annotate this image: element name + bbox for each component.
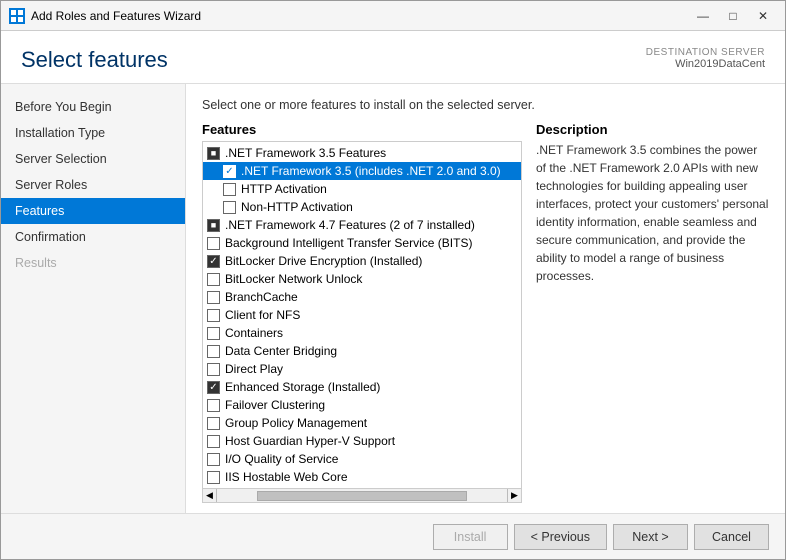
feature-name: IIS Hostable Web Core (225, 470, 348, 484)
destination-label: DESTINATION SERVER (646, 47, 765, 58)
feature-name: HTTP Activation (241, 182, 327, 196)
checkbox-data-center[interactable] (207, 345, 220, 358)
feature-name: Direct Play (225, 362, 283, 376)
horizontal-scrollbar[interactable]: ◀ ▶ (203, 488, 521, 502)
title-bar: Add Roles and Features Wizard ― □ ✕ (1, 1, 785, 31)
sidebar-item-features[interactable]: Features (1, 198, 185, 224)
checkbox-bitlocker-drive[interactable]: ✓ (207, 255, 220, 268)
feature-name: Containers (225, 326, 283, 340)
list-item[interactable]: BitLocker Network Unlock (203, 270, 521, 288)
feature-name: .NET Framework 3.5 Features (225, 146, 386, 160)
list-item[interactable]: Failover Clustering (203, 396, 521, 414)
destination-server-name: Win2019DataCent (646, 58, 765, 70)
scroll-thumb[interactable] (257, 491, 467, 501)
page-title: Select features (21, 47, 168, 73)
checkbox-branchcache[interactable] (207, 291, 220, 304)
feature-name: Client for NFS (225, 308, 300, 322)
previous-button[interactable]: < Previous (514, 524, 607, 550)
feature-name: Data Center Bridging (225, 344, 337, 358)
next-button[interactable]: Next > (613, 524, 688, 550)
list-item[interactable]: Group Policy Management (203, 414, 521, 432)
app-icon (9, 8, 25, 24)
features-scroll[interactable]: ■ .NET Framework 3.5 Features ✓ .NET Fra… (203, 142, 521, 488)
feature-name: Group Policy Management (225, 416, 367, 430)
list-item[interactable]: ■ .NET Framework 4.7 Features (2 of 7 in… (203, 216, 521, 234)
list-item[interactable]: Containers (203, 324, 521, 342)
checkbox-client-nfs[interactable] (207, 309, 220, 322)
features-column: Features ■ .NET Framework 3.5 Features ✓ (202, 122, 522, 503)
checkbox-net35[interactable]: ✓ (223, 165, 236, 178)
list-item[interactable]: ✓ Enhanced Storage (Installed) (203, 378, 521, 396)
sidebar-item-before-you-begin[interactable]: Before You Begin (1, 94, 185, 120)
window: Add Roles and Features Wizard ― □ ✕ Sele… (0, 0, 786, 560)
feature-name: BitLocker Drive Encryption (Installed) (225, 254, 422, 268)
list-item[interactable]: ■ .NET Framework 3.5 Features (203, 144, 521, 162)
header: Select features DESTINATION SERVER Win20… (1, 31, 785, 84)
list-item[interactable]: Client for NFS (203, 306, 521, 324)
footer: Install < Previous Next > Cancel (1, 513, 785, 559)
checkbox-bits[interactable] (207, 237, 220, 250)
window-title: Add Roles and Features Wizard (31, 9, 689, 23)
checkbox-direct-play[interactable] (207, 363, 220, 376)
list-item[interactable]: IIS Hostable Web Core (203, 468, 521, 486)
feature-name: Non-HTTP Activation (241, 200, 353, 214)
feature-name: .NET Framework 3.5 (includes .NET 2.0 an… (241, 164, 501, 178)
features-label: Features (202, 122, 522, 137)
list-item[interactable]: I/O Quality of Service (203, 450, 521, 468)
sidebar-item-installation-type[interactable]: Installation Type (1, 120, 185, 146)
window-controls: ― □ ✕ (689, 6, 777, 26)
feature-name: .NET Framework 4.7 Features (2 of 7 inst… (225, 218, 475, 232)
sidebar-item-server-selection[interactable]: Server Selection (1, 146, 185, 172)
destination-server-info: DESTINATION SERVER Win2019DataCent (646, 47, 765, 70)
checkbox-group-policy[interactable] (207, 417, 220, 430)
right-panel: Select one or more features to install o… (186, 84, 785, 513)
sidebar-item-server-roles[interactable]: Server Roles (1, 172, 185, 198)
description-label: Description (536, 122, 769, 137)
two-col-layout: Features ■ .NET Framework 3.5 Features ✓ (202, 122, 769, 503)
minimize-button[interactable]: ― (689, 6, 717, 26)
checkbox-io-quality[interactable] (207, 453, 220, 466)
list-item[interactable]: Direct Play (203, 360, 521, 378)
checkbox-bitlocker-network[interactable] (207, 273, 220, 286)
list-item[interactable]: HTTP Activation (203, 180, 521, 198)
checkbox-enhanced-storage[interactable]: ✓ (207, 381, 220, 394)
checkbox-net47[interactable]: ■ (207, 219, 220, 232)
feature-name: I/O Quality of Service (225, 452, 338, 466)
maximize-button[interactable]: □ (719, 6, 747, 26)
checkbox-failover[interactable] (207, 399, 220, 412)
list-item[interactable]: ✓ BitLocker Drive Encryption (Installed) (203, 252, 521, 270)
list-item[interactable]: BranchCache (203, 288, 521, 306)
list-item[interactable]: Background Intelligent Transfer Service … (203, 234, 521, 252)
feature-name: Enhanced Storage (Installed) (225, 380, 380, 394)
checkbox-http-activation[interactable] (223, 183, 236, 196)
checkbox-host-guardian[interactable] (207, 435, 220, 448)
checkbox-non-http[interactable] (223, 201, 236, 214)
feature-name: Host Guardian Hyper-V Support (225, 434, 395, 448)
feature-name: BranchCache (225, 290, 298, 304)
description-column: Description .NET Framework 3.5 combines … (536, 122, 769, 503)
scroll-right-btn[interactable]: ▶ (507, 489, 521, 503)
cancel-button[interactable]: Cancel (694, 524, 769, 550)
instruction-text: Select one or more features to install o… (202, 98, 769, 112)
checkbox-net35-features[interactable]: ■ (207, 147, 220, 160)
sidebar-item-confirmation[interactable]: Confirmation (1, 224, 185, 250)
feature-name: Background Intelligent Transfer Service … (225, 236, 472, 250)
checkbox-containers[interactable] (207, 327, 220, 340)
close-button[interactable]: ✕ (749, 6, 777, 26)
main-layout: Before You Begin Installation Type Serve… (1, 84, 785, 513)
list-item[interactable]: Non-HTTP Activation (203, 198, 521, 216)
feature-name: BitLocker Network Unlock (225, 272, 362, 286)
list-item[interactable]: Data Center Bridging (203, 342, 521, 360)
scroll-left-btn[interactable]: ◀ (203, 489, 217, 503)
features-list-container: ■ .NET Framework 3.5 Features ✓ .NET Fra… (202, 141, 522, 503)
feature-name: Failover Clustering (225, 398, 325, 412)
list-item[interactable]: Host Guardian Hyper-V Support (203, 432, 521, 450)
list-item[interactable]: ✓ .NET Framework 3.5 (includes .NET 2.0 … (203, 162, 521, 180)
description-text: .NET Framework 3.5 combines the power of… (536, 141, 769, 285)
sidebar: Before You Begin Installation Type Serve… (1, 84, 186, 513)
checkbox-iis-hostable[interactable] (207, 471, 220, 484)
install-button[interactable]: Install (433, 524, 508, 550)
sidebar-item-results: Results (1, 250, 185, 276)
